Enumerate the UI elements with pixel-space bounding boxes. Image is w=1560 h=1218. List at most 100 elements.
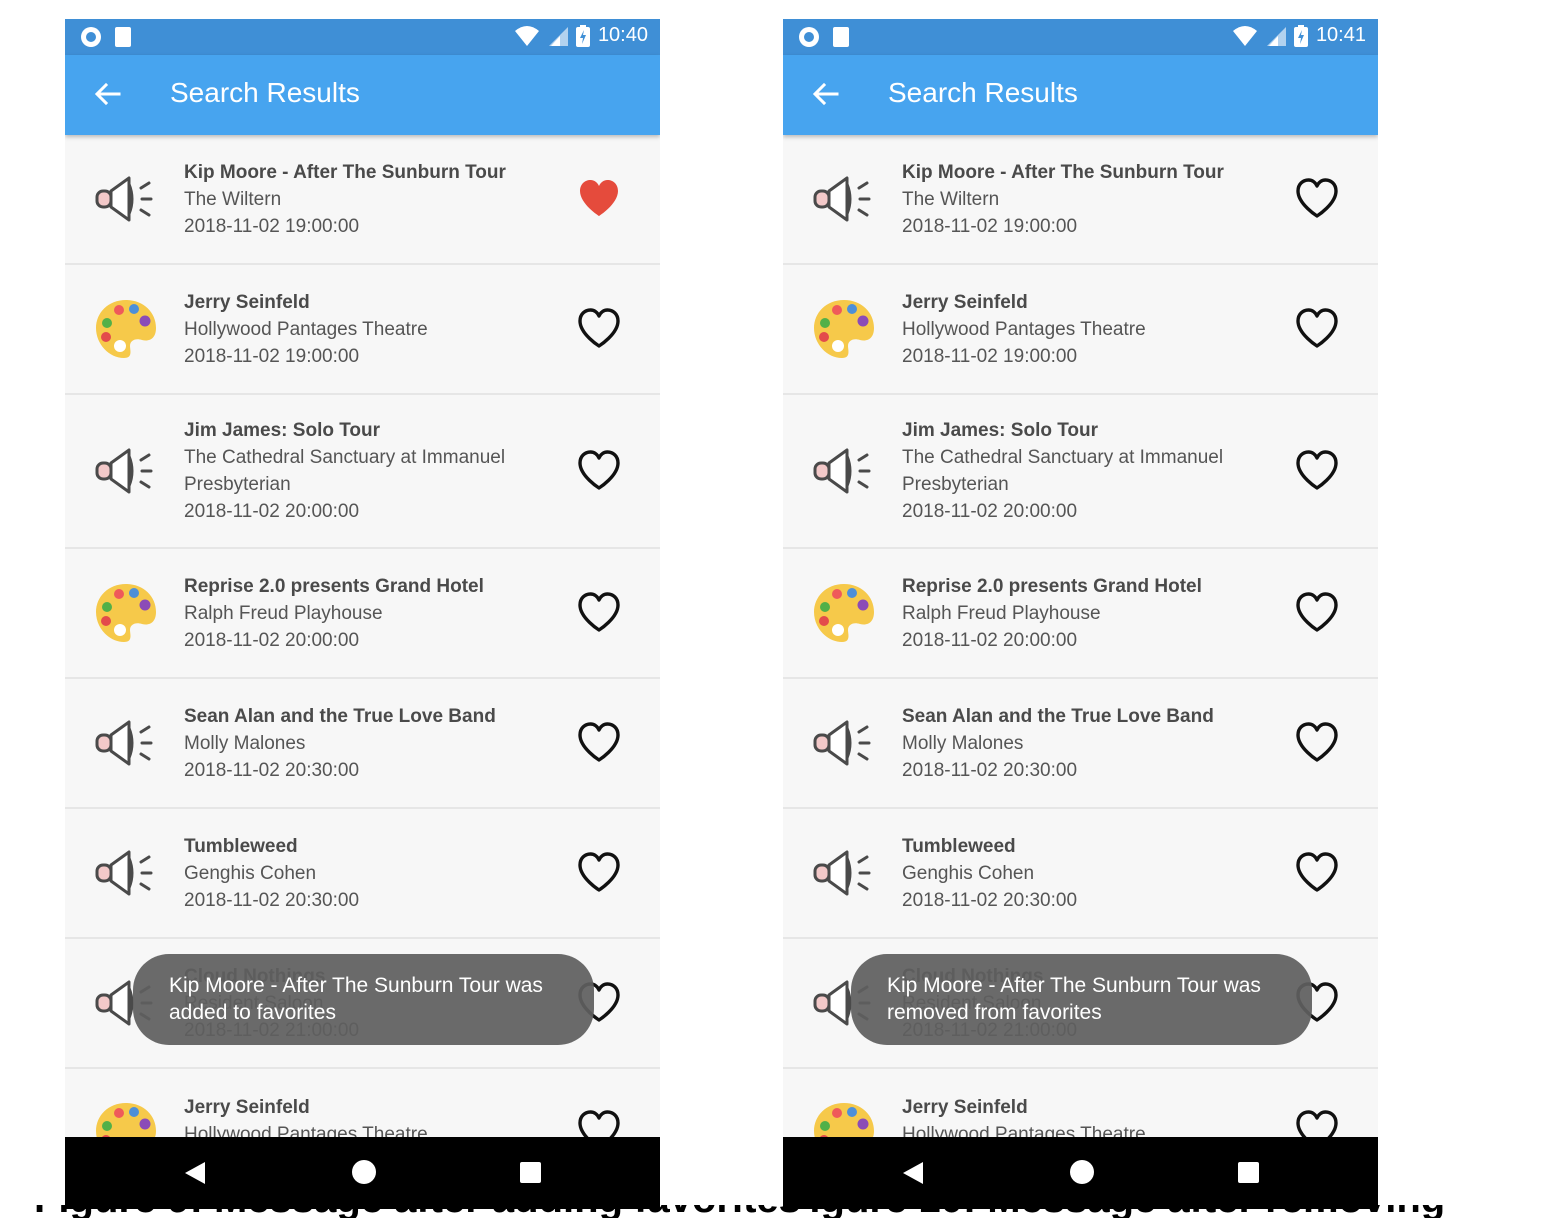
signal-icon: [548, 26, 568, 46]
event-title: Kip Moore - After The Sunburn Tour: [902, 162, 1224, 183]
event-info: Reprise 2.0 presents Grand Hotel Ralph Fr…: [184, 573, 550, 654]
nav-home-icon[interactable]: [1070, 1160, 1094, 1184]
list-item[interactable]: Tumbleweed Genghis Cohen 2018-11-02 20:30:…: [65, 809, 660, 939]
favorite-heart-icon[interactable]: [1295, 307, 1339, 351]
favorite-heart-icon[interactable]: [577, 591, 621, 635]
list-item[interactable]: Sean Alan and the True Love Band Molly Ma…: [783, 679, 1378, 809]
event-title: Jim James: Solo Tour: [184, 420, 381, 441]
megaphone-icon: [811, 166, 877, 232]
nav-bar: [783, 1137, 1378, 1209]
favorite-heart-icon[interactable]: [1295, 177, 1339, 221]
list-item[interactable]: Jim James: Solo Tour The Cathedral Sanctu…: [65, 395, 660, 549]
event-info: Jim James: Solo Tour The Cathedral Sanctu…: [902, 417, 1268, 525]
phone-screen-left: 10:40 Search Results Kip Moore - After T…: [65, 19, 660, 1209]
palette-icon: [93, 296, 159, 362]
megaphone-icon: [811, 840, 877, 906]
wifi-icon: [1232, 25, 1257, 46]
event-title: Jerry Seinfeld: [902, 1097, 1028, 1118]
list-item[interactable]: Jim James: Solo Tour The Cathedral Sanctu…: [783, 395, 1378, 549]
battery-icon: [1293, 24, 1308, 47]
event-title: Reprise 2.0 presents Grand Hotel: [902, 576, 1202, 597]
event-info: Jim James: Solo Tour The Cathedral Sanctu…: [184, 417, 550, 525]
page-title: Search Results: [170, 77, 360, 108]
event-info: Tumbleweed Genghis Cohen 2018-11-02 20:30:…: [902, 833, 1268, 914]
favorite-heart-icon[interactable]: [577, 721, 621, 765]
favorite-filled-heart-icon[interactable]: [577, 177, 621, 221]
status-bar: 10:40: [65, 19, 660, 55]
list-item[interactable]: Reprise 2.0 presents Grand Hotel Ralph Fr…: [65, 549, 660, 679]
palette-icon: [811, 296, 877, 362]
megaphone-icon: [93, 166, 159, 232]
event-title: Tumbleweed: [902, 836, 1016, 857]
nav-bar: [65, 1137, 660, 1209]
megaphone-icon: [811, 710, 877, 776]
app-bar: Search Results: [65, 55, 660, 135]
event-venue: Hollywood Pantages Theatre: [902, 319, 1146, 340]
list-item[interactable]: Kip Moore - After The Sunburn Tour The Wi…: [783, 135, 1378, 265]
event-venue: The Wiltern: [902, 189, 1000, 210]
status-time: 10:40: [597, 24, 648, 46]
list-item[interactable]: Jerry Seinfeld Hollywood Pantages Theatre…: [65, 265, 660, 395]
favorite-heart-icon[interactable]: [1295, 721, 1339, 765]
sd-card-icon: [115, 27, 131, 47]
event-venue: Ralph Freud Playhouse: [184, 603, 383, 624]
nav-back-icon[interactable]: [185, 1162, 205, 1184]
sync-icon: [81, 27, 101, 47]
back-arrow-icon[interactable]: [809, 77, 843, 111]
event-datetime: 2018-11-02 19:00:00: [184, 216, 360, 237]
sync-icon: [799, 27, 819, 47]
event-info: Kip Moore - After The Sunburn Tour The Wi…: [902, 159, 1268, 240]
list-item[interactable]: Kip Moore - After The Sunburn Tour The Wi…: [65, 135, 660, 265]
nav-home-icon[interactable]: [352, 1160, 376, 1184]
list-item[interactable]: Reprise 2.0 presents Grand Hotel Ralph Fr…: [783, 549, 1378, 679]
favorite-heart-icon[interactable]: [1295, 851, 1339, 895]
megaphone-icon: [811, 438, 877, 504]
list-item[interactable]: Jerry Seinfeld Hollywood Pantages Theatre…: [783, 265, 1378, 395]
event-datetime: 2018-11-02 20:30:00: [184, 760, 360, 781]
status-bar: 10:41: [783, 19, 1378, 55]
sd-card-icon: [833, 27, 849, 47]
favorite-heart-icon[interactable]: [1295, 449, 1339, 493]
event-venue: Hollywood Pantages Theatre: [184, 319, 428, 340]
event-datetime: 2018-11-02 19:00:00: [902, 346, 1078, 367]
favorite-heart-icon[interactable]: [577, 851, 621, 895]
event-venue: Ralph Freud Playhouse: [902, 603, 1101, 624]
nav-recents-icon[interactable]: [1238, 1162, 1259, 1183]
event-venue: Genghis Cohen: [902, 863, 1035, 884]
nav-recents-icon[interactable]: [520, 1162, 541, 1183]
event-info: Sean Alan and the True Love Band Molly Ma…: [902, 703, 1268, 784]
wifi-icon: [514, 25, 539, 46]
event-venue: The Cathedral Sanctuary at Immanuel Pres…: [902, 447, 1224, 495]
event-title: Jerry Seinfeld: [184, 1097, 310, 1118]
favorite-heart-icon[interactable]: [1295, 591, 1339, 635]
event-datetime: 2018-11-02 20:00:00: [184, 630, 360, 651]
event-venue: Molly Malones: [902, 733, 1024, 754]
event-datetime: 2018-11-02 20:00:00: [184, 501, 360, 522]
event-datetime: 2018-11-02 20:30:00: [184, 890, 360, 911]
toast-message: Kip Moore - After The Sunburn Tour was r…: [851, 954, 1312, 1045]
event-info: Tumbleweed Genghis Cohen 2018-11-02 20:30:…: [184, 833, 550, 914]
list-item[interactable]: Sean Alan and the True Love Band Molly Ma…: [65, 679, 660, 809]
page-title: Search Results: [888, 77, 1078, 108]
battery-icon: [575, 24, 590, 47]
event-info: Jerry Seinfeld Hollywood Pantages Theatre…: [184, 289, 550, 370]
back-arrow-icon[interactable]: [91, 77, 125, 111]
list-item[interactable]: Tumbleweed Genghis Cohen 2018-11-02 20:30:…: [783, 809, 1378, 939]
signal-icon: [1266, 26, 1286, 46]
event-title: Jerry Seinfeld: [184, 292, 310, 313]
event-datetime: 2018-11-02 20:00:00: [902, 630, 1078, 651]
phone-screen-right: 10:41 Search Results Kip Moore - After T…: [783, 19, 1378, 1209]
megaphone-icon: [93, 710, 159, 776]
event-info: Reprise 2.0 presents Grand Hotel Ralph Fr…: [902, 573, 1268, 654]
nav-back-icon[interactable]: [903, 1162, 923, 1184]
favorite-heart-icon[interactable]: [577, 449, 621, 493]
event-datetime: 2018-11-02 20:00:00: [902, 501, 1078, 522]
event-venue: Genghis Cohen: [184, 863, 317, 884]
app-bar: Search Results: [783, 55, 1378, 135]
event-title: Tumbleweed: [184, 836, 298, 857]
event-info: Sean Alan and the True Love Band Molly Ma…: [184, 703, 550, 784]
event-datetime: 2018-11-02 20:30:00: [902, 890, 1078, 911]
event-title: Jerry Seinfeld: [902, 292, 1028, 313]
favorite-heart-icon[interactable]: [577, 307, 621, 351]
event-title: Sean Alan and the True Love Band: [902, 706, 1214, 727]
